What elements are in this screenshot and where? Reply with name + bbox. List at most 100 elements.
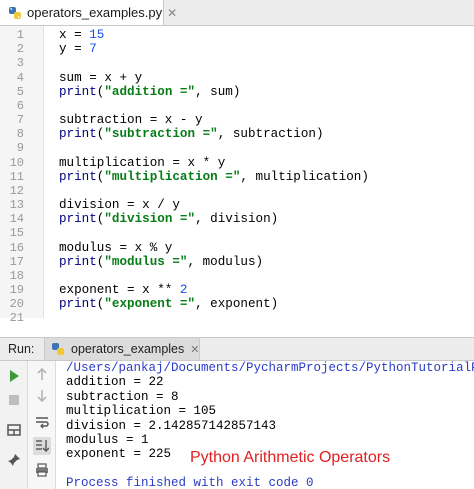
code-line: 11 print("multiplication =", multiplicati… [0, 170, 474, 184]
close-run-tab-icon[interactable]: ✕ [190, 343, 199, 356]
code-line: 10 multiplication = x * y [0, 156, 474, 170]
run-icon[interactable] [5, 367, 23, 385]
close-tab-icon[interactable]: ✕ [167, 6, 177, 20]
code-line: 18 [0, 269, 474, 283]
code-token: "division =" [104, 212, 196, 227]
code-token: "subtraction =" [104, 127, 218, 142]
code-line: 7 subtraction = x - y [0, 113, 474, 127]
code-token: print [59, 254, 97, 269]
code-token: 7 [89, 42, 97, 57]
code-text: print("multiplication =", multiplication… [59, 170, 369, 184]
code-text: print("exponent =", exponent) [59, 297, 278, 311]
code-text: sum = x + y [59, 71, 142, 85]
line-number: 14 [9, 212, 24, 227]
print-icon[interactable] [33, 461, 51, 479]
editor-tab-bar: operators_examples.py ✕ [0, 0, 474, 26]
code-token: 15 [89, 28, 105, 42]
editor-tab-filename: operators_examples.py [27, 5, 163, 20]
line-number: 3 [16, 56, 24, 71]
caption-annotation: Python Arithmetic Operators [190, 449, 391, 466]
code-line: 9 [0, 141, 474, 155]
code-token: , modulus) [187, 254, 264, 269]
run-label: Run: [8, 342, 35, 356]
code-token: print [59, 169, 97, 184]
code-text: modulus = x % y [59, 241, 172, 255]
code-token: , division) [195, 212, 279, 227]
down-arrow-icon[interactable] [33, 387, 51, 405]
line-number: 5 [16, 84, 24, 99]
soft-wrap-icon[interactable] [33, 413, 51, 431]
stop-icon[interactable] [5, 391, 23, 409]
code-text: x = 15 [59, 28, 104, 42]
line-number: 19 [9, 283, 24, 298]
code-line: 12 [0, 184, 474, 198]
code-text: subtraction = x - y [59, 113, 203, 127]
code-text: division = x / y [59, 198, 180, 212]
line-number: 6 [16, 98, 24, 113]
run-console-output[interactable]: /Users/pankaj/Documents/PycharmProjects/… [60, 361, 474, 489]
code-line: 21 [0, 311, 474, 325]
console-exit-status: Process finished with exit code 0 [66, 476, 314, 489]
python-file-icon [8, 6, 22, 20]
code-token: division = x / y [59, 198, 180, 213]
code-token: print [59, 212, 97, 227]
line-number: 16 [9, 240, 24, 255]
line-number: 21 [9, 311, 24, 326]
pin-icon[interactable] [5, 451, 23, 469]
code-token: x = [59, 28, 90, 42]
code-token: print [59, 127, 97, 142]
up-arrow-icon[interactable] [33, 365, 51, 383]
code-token: sum = x + y [59, 70, 143, 85]
code-token: "addition =" [104, 84, 196, 99]
console-output-line: multiplication = 105 [66, 404, 217, 419]
console-output-line: division = 2.142857142857143 [66, 418, 277, 433]
line-number: 12 [9, 183, 24, 198]
console-command-path: /Users/pankaj/Documents/PycharmProjects/… [66, 361, 474, 375]
code-line: 20 print("exponent =", exponent) [0, 297, 474, 311]
editor-tab-operators-examples[interactable]: operators_examples.py ✕ [0, 0, 177, 25]
run-tab-operators-examples[interactable]: operators_examples ✕ [44, 338, 200, 360]
line-number: 9 [16, 141, 24, 156]
line-number: 7 [16, 113, 24, 128]
run-tab-label: operators_examples [71, 342, 185, 356]
code-token: print [59, 84, 97, 99]
code-token: , subtraction) [217, 127, 324, 142]
code-token: , sum) [195, 84, 241, 99]
line-number: 2 [16, 42, 24, 57]
line-number: 20 [9, 297, 24, 312]
run-panel-header: Run: operators_examples ✕ [0, 337, 474, 361]
console-output-line: modulus = 1 [66, 432, 149, 447]
line-number: 11 [9, 169, 24, 184]
console-output-line: subtraction = 8 [66, 389, 179, 404]
code-token: 2 [179, 283, 188, 298]
code-token: exponent = x ** [59, 283, 180, 298]
run-toolbar-secondary [28, 361, 56, 489]
code-line: 16 modulus = x % y [0, 241, 474, 255]
code-token: subtraction = x - y [59, 113, 203, 128]
code-line: 19 exponent = x ** 2 [0, 283, 474, 297]
layout-icon[interactable] [5, 421, 23, 439]
code-text: print("modulus =", modulus) [59, 255, 263, 269]
code-line: 5 print("addition =", sum) [0, 85, 474, 99]
code-text: exponent = x ** 2 [59, 283, 187, 297]
code-text: print("subtraction =", subtraction) [59, 127, 324, 141]
code-token: multiplication = x * y [59, 155, 226, 170]
scroll-to-end-icon[interactable] [33, 437, 51, 455]
line-number: 8 [16, 127, 24, 142]
code-line: 17 print("modulus =", modulus) [0, 255, 474, 269]
code-line: 13 division = x / y [0, 198, 474, 212]
code-lines: 1 x = 15 2 y = 7 3 4 sum = x + y 5 print("additi… [0, 28, 474, 326]
code-token: "modulus =" [104, 254, 188, 269]
line-number: 1 [16, 28, 24, 42]
code-token: print [59, 297, 97, 312]
code-token: , exponent) [195, 297, 279, 312]
code-token: , multiplication) [240, 169, 369, 184]
code-token: "exponent =" [104, 297, 196, 312]
code-line: 2 y = 7 [0, 42, 474, 56]
line-number: 18 [9, 268, 24, 283]
code-line: 14 print("division =", division) [0, 212, 474, 226]
code-text: y = 7 [59, 42, 97, 56]
code-editor[interactable]: 1 x = 15 2 y = 7 3 4 sum = x + y 5 print("additi… [0, 26, 474, 325]
code-line: 8 print("subtraction =", subtraction) [0, 127, 474, 141]
code-text: multiplication = x * y [59, 156, 225, 170]
